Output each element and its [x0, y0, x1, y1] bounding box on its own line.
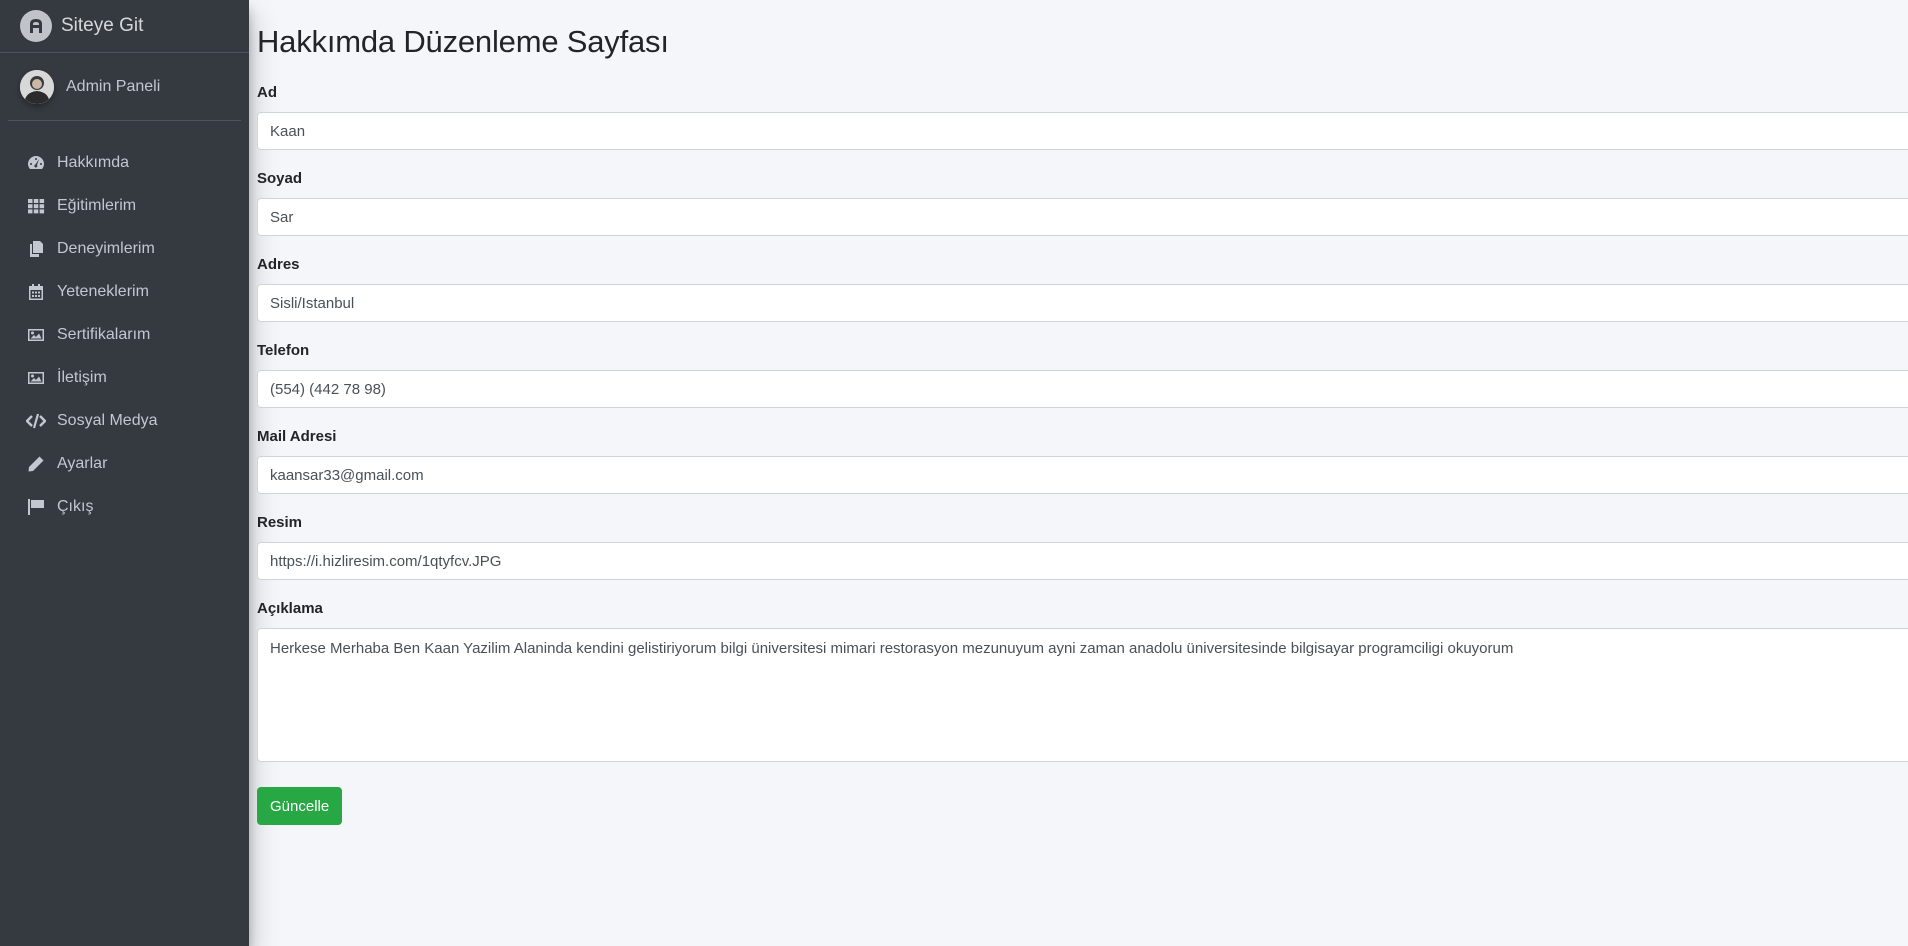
sidebar-item-label: Ayarlar — [57, 454, 108, 472]
ad-input[interactable] — [257, 112, 1908, 150]
form-group-adres: Adres — [257, 256, 1908, 322]
about-form: Ad Soyad Adres Telefon Mail Adresi Resim… — [257, 84, 1908, 825]
mail-input[interactable] — [257, 456, 1908, 494]
resim-label: Resim — [257, 514, 303, 531]
sidebar-item-label: Deneyimlerim — [57, 239, 155, 257]
pencil-icon — [26, 454, 46, 474]
telefon-label: Telefon — [257, 342, 310, 359]
image-icon — [26, 368, 46, 388]
calendar-icon — [26, 282, 46, 302]
brand-logo-icon — [20, 10, 52, 42]
form-group-mail: Mail Adresi — [257, 428, 1908, 494]
page-title: Hakkımda Düzenleme Sayfası — [257, 24, 669, 59]
sidebar-item-label: Hakkımda — [57, 153, 130, 171]
ad-label: Ad — [257, 84, 277, 101]
sidebar-item-label: Çıkış — [57, 497, 94, 515]
sidebar-item-hakkimda[interactable]: Hakkımda — [8, 141, 241, 184]
sidebar-item-ayarlar[interactable]: Ayarlar — [8, 442, 241, 485]
adres-label: Adres — [257, 256, 300, 273]
user-panel[interactable]: Admin Paneli — [8, 53, 241, 121]
tachometer-icon — [26, 153, 46, 173]
avatar — [20, 69, 54, 104]
sidebar-item-egitimlerim[interactable]: Eğitimlerim — [8, 184, 241, 227]
form-group-resim: Resim — [257, 514, 1908, 580]
sidebar-item-cikis[interactable]: Çıkış — [8, 485, 241, 528]
mail-label: Mail Adresi — [257, 428, 337, 445]
soyad-input[interactable] — [257, 198, 1908, 236]
code-icon — [26, 411, 46, 431]
flag-icon — [26, 497, 46, 517]
image-icon — [26, 325, 46, 345]
sidebar-nav: Hakkımda Eğitimlerim Deneyimlerim Yetene… — [0, 141, 249, 528]
main-content: Hakkımda Düzenleme Sayfası Ad Soyad Adre… — [257, 0, 1908, 825]
sidebar-item-label: İletişim — [57, 368, 107, 386]
form-group-aciklama: Açıklama Herkese Merhaba Ben Kaan Yazili… — [257, 600, 1908, 762]
copy-icon — [26, 239, 46, 259]
brand-link[interactable]: Siteye Git — [0, 0, 249, 53]
adres-input[interactable] — [257, 284, 1908, 322]
sidebar-item-label: Yeteneklerim — [57, 282, 149, 300]
form-group-soyad: Soyad — [257, 170, 1908, 236]
form-group-ad: Ad — [257, 84, 1908, 150]
form-group-telefon: Telefon — [257, 342, 1908, 408]
aciklama-textarea[interactable]: Herkese Merhaba Ben Kaan Yazilim Alanind… — [257, 628, 1908, 762]
grid-icon — [26, 196, 46, 216]
sidebar-item-label: Sosyal Medya — [57, 411, 158, 429]
guncelle-button[interactable]: Güncelle — [257, 787, 343, 825]
sidebar-item-sosyal-medya[interactable]: Sosyal Medya — [8, 399, 241, 442]
telefon-input[interactable] — [257, 370, 1908, 408]
resim-input[interactable] — [257, 542, 1908, 580]
user-name: Admin Paneli — [66, 77, 161, 95]
sidebar: Siteye Git Admin Paneli Hakkımda Eğitiml… — [0, 0, 249, 946]
aciklama-label: Açıklama — [257, 600, 323, 617]
sidebar-item-yeteneklerim[interactable]: Yeteneklerim — [8, 270, 241, 313]
soyad-label: Soyad — [257, 170, 303, 187]
sidebar-item-label: Sertifikalarım — [57, 325, 151, 343]
sidebar-item-sertifikalarim[interactable]: Sertifikalarım — [8, 313, 241, 356]
sidebar-item-iletisim[interactable]: İletişim — [8, 356, 241, 399]
sidebar-item-deneyimlerim[interactable]: Deneyimlerim — [8, 227, 241, 270]
brand-text: Siteye Git — [61, 15, 144, 36]
sidebar-item-label: Eğitimlerim — [57, 196, 137, 214]
